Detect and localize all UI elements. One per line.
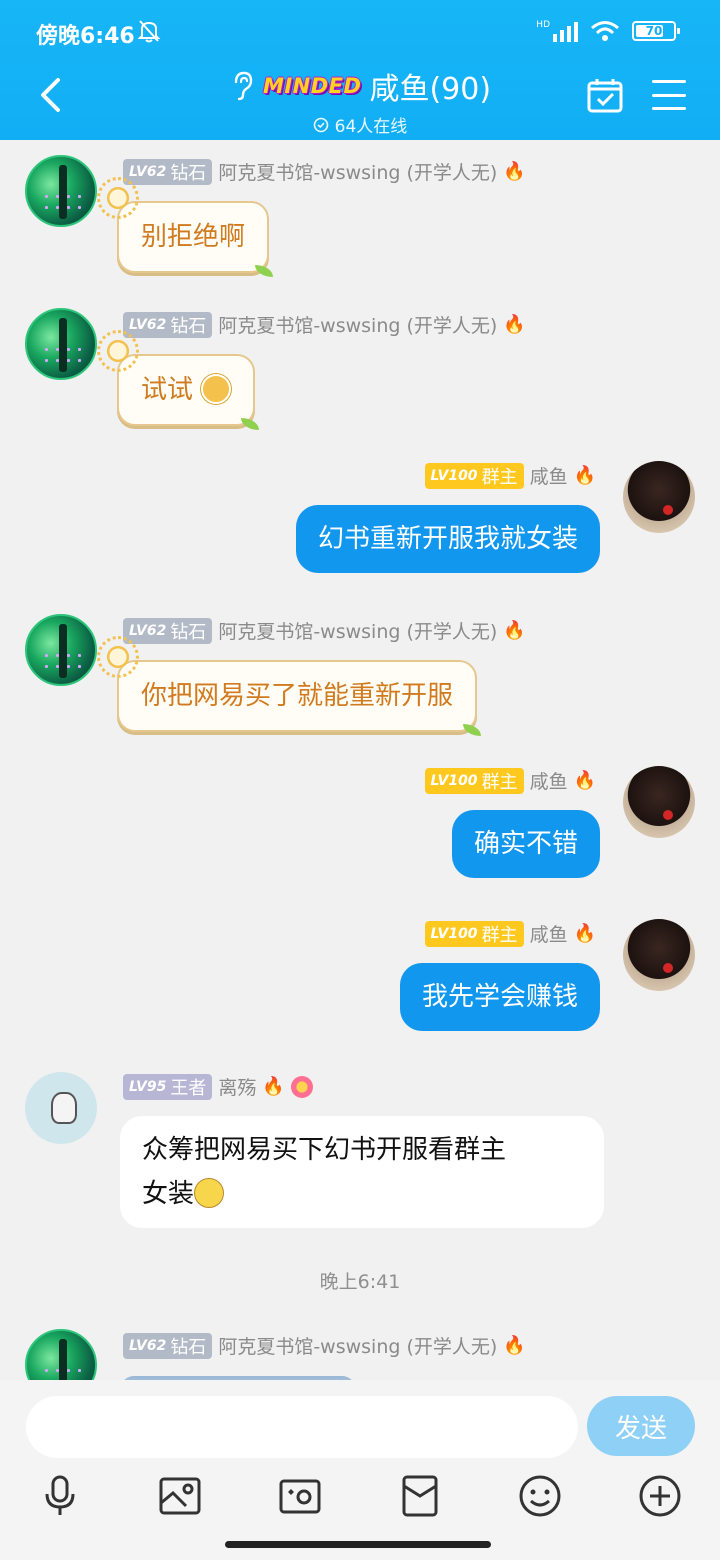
- ear-icon: [234, 71, 253, 101]
- avatar[interactable]: [623, 766, 695, 838]
- plus-icon: [639, 1475, 681, 1517]
- signal-icon: HD: [536, 20, 578, 42]
- leaf-icon: [255, 265, 274, 277]
- fire-icon: 🔥: [573, 465, 596, 486]
- battery-icon: 70: [632, 21, 680, 41]
- sun-icon: [97, 330, 139, 372]
- calendar-check-icon: [587, 79, 623, 113]
- leaf-icon: [241, 418, 260, 430]
- level-badge: LV100 群主: [424, 462, 524, 489]
- red-packet-icon: [402, 1475, 438, 1517]
- status-time: 傍晚6:46: [36, 24, 135, 49]
- level-badge: LV62 钻石: [123, 158, 213, 185]
- voice-button[interactable]: [38, 1474, 82, 1518]
- avatar[interactable]: [623, 461, 695, 533]
- level-badge: LV100 群主: [424, 920, 524, 947]
- fire-icon: 🔥: [503, 314, 526, 335]
- leaf-icon: [463, 724, 482, 736]
- sun-icon: [97, 177, 139, 219]
- flower-icon: [290, 1075, 313, 1098]
- emoji-button[interactable]: [518, 1474, 562, 1518]
- home-indicator[interactable]: [225, 1541, 491, 1548]
- microphone-icon: [45, 1475, 75, 1515]
- calendar-checkin-button[interactable]: [586, 76, 624, 114]
- message-bubble[interactable]: 你把网易买了就能重新开服: [97, 636, 482, 736]
- fire-icon: 🔥: [503, 161, 526, 182]
- time-separator: 晚上6:41: [319, 1271, 401, 1293]
- message-bubble[interactable]: 别拒绝啊: [97, 177, 274, 277]
- image-icon: [159, 1477, 201, 1515]
- online-count: 64人在线: [313, 112, 407, 137]
- fire-icon: 🔥: [262, 1076, 285, 1097]
- minded-badge: MINDED: [262, 74, 362, 98]
- app-header: 傍晚6:46 HD 70 MINDED 咸鱼(90) 64人在线: [0, 0, 720, 140]
- camera-icon: [279, 1479, 321, 1514]
- level-badge: LV100 群主: [424, 767, 524, 794]
- more-button[interactable]: [638, 1474, 682, 1518]
- emoji-icon: [519, 1475, 561, 1517]
- sender-name[interactable]: 阿克夏书馆-wswsing (开学人无): [218, 617, 497, 644]
- gallery-button[interactable]: [158, 1474, 202, 1518]
- level-badge: LV62 钻石: [123, 1332, 213, 1359]
- sun-icon: [97, 636, 139, 678]
- menu-button[interactable]: [652, 80, 686, 110]
- avatar[interactable]: [25, 1072, 97, 1144]
- input-bar: 发送: [0, 1380, 720, 1560]
- sender-name[interactable]: 咸鱼: [530, 920, 568, 947]
- message-bubble[interactable]: 试试: [97, 330, 260, 430]
- sender-name[interactable]: 咸鱼: [530, 767, 568, 794]
- dog-emoji-icon: [201, 373, 232, 404]
- message-bubble[interactable]: 众筹把网易买下幻书开服看群主 女装: [120, 1116, 604, 1228]
- avatar[interactable]: [25, 308, 97, 380]
- avatar[interactable]: [25, 1329, 97, 1380]
- check-circle-icon: [313, 117, 328, 132]
- fire-icon: 🔥: [503, 620, 526, 641]
- chat-list[interactable]: LV62 钻石 阿克夏书馆-wswsing (开学人无) 🔥 别拒绝啊 LV62 钻…: [0, 140, 720, 1380]
- camera-button[interactable]: [278, 1474, 322, 1518]
- message-bubble[interactable]: 确实不错: [451, 810, 600, 878]
- sender-name[interactable]: 咸鱼: [530, 462, 568, 489]
- message-input[interactable]: [26, 1396, 578, 1458]
- avatar[interactable]: [25, 614, 97, 686]
- level-badge: LV62 钻石: [123, 311, 213, 338]
- wifi-icon: [591, 21, 619, 41]
- message-bubble[interactable]: 我先学会赚钱: [399, 963, 600, 1031]
- sender-name[interactable]: 离殇: [218, 1073, 256, 1100]
- page-title: 咸鱼(90): [369, 72, 492, 107]
- sender-name[interactable]: 阿克夏书馆-wswsing (开学人无): [218, 311, 497, 338]
- send-button[interactable]: 发送: [587, 1396, 695, 1456]
- sender-name[interactable]: 阿克夏书馆-wswsing (开学人无): [218, 158, 497, 185]
- fire-icon: 🔥: [573, 923, 596, 944]
- fire-icon: 🔥: [573, 770, 596, 791]
- fire-icon: 🔥: [503, 1335, 526, 1356]
- level-badge: LV95 王者: [123, 1073, 213, 1100]
- smirk-emoji-icon: [194, 1177, 225, 1208]
- avatar[interactable]: [25, 155, 97, 227]
- level-badge: LV62 钻石: [123, 617, 213, 644]
- red-packet-button[interactable]: [398, 1474, 442, 1518]
- message-bubble[interactable]: 幻书重新开服我就女装: [295, 505, 600, 573]
- mute-bell-icon: [137, 20, 161, 43]
- avatar[interactable]: [623, 919, 695, 991]
- sender-name[interactable]: 阿克夏书馆-wswsing (开学人无): [218, 1332, 497, 1359]
